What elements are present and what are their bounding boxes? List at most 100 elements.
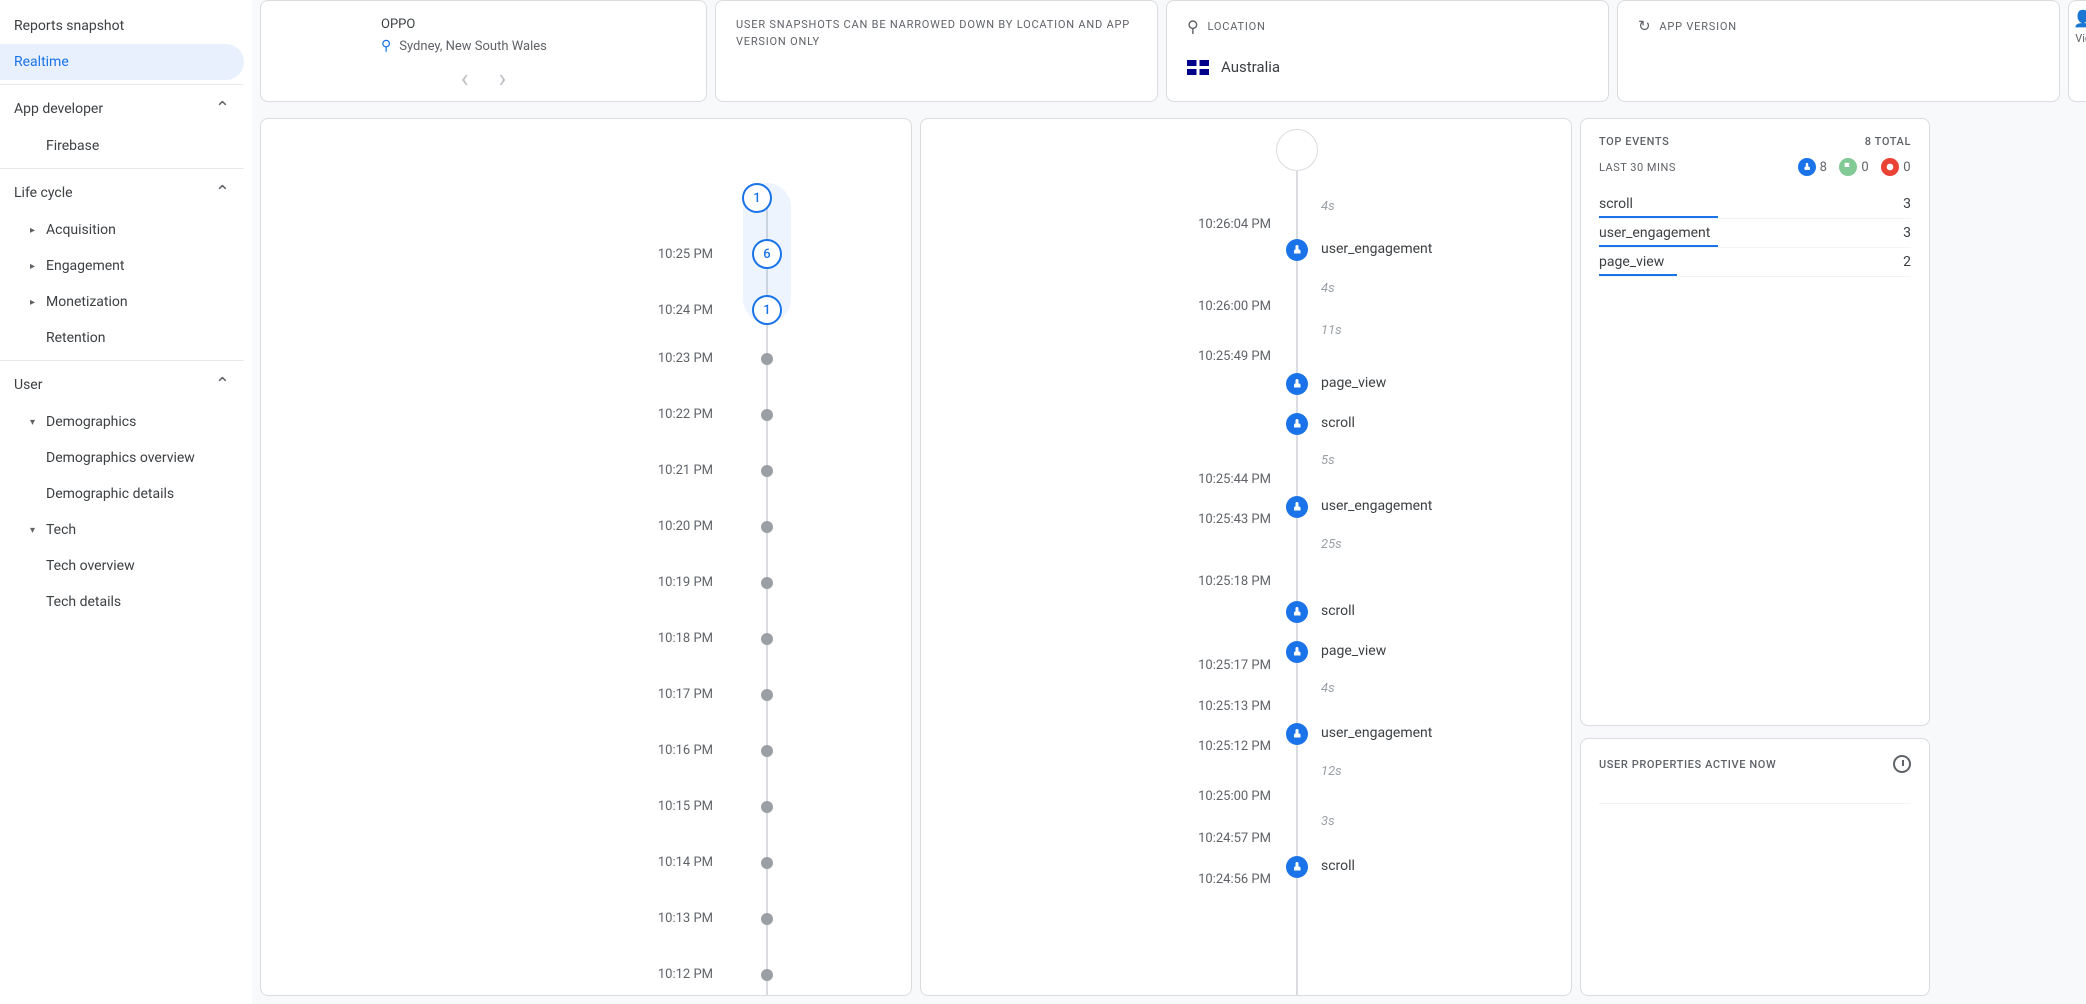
user-properties-card: USER PROPERTIES ACTIVE NOW	[1580, 738, 1930, 996]
view-snapshot-button[interactable]: 👤 Vie	[2068, 0, 2086, 102]
app-version-card[interactable]: ↻ APP VERSION	[1617, 0, 2060, 102]
arrow-down-icon: ▾	[30, 525, 46, 536]
location-card[interactable]: ⚲ LOCATION Australia	[1166, 0, 1609, 102]
badge-conversion-events: 0	[1839, 158, 1869, 176]
chevron-up-icon: ⌃	[215, 182, 230, 203]
flag-australia-icon	[1187, 60, 1209, 75]
top-event-bar	[1599, 274, 1677, 276]
event-name[interactable]: scroll	[1321, 415, 1355, 431]
arrow-right-icon: ▸	[30, 297, 46, 308]
location-pin-icon: ⚲	[1187, 17, 1200, 36]
nav-demographic-details[interactable]: Demographic details	[0, 476, 244, 512]
nav-realtime[interactable]: Realtime	[0, 44, 244, 80]
top-events-total: 8 TOTAL	[1865, 135, 1911, 148]
touch-icon	[1286, 641, 1308, 663]
nav-retention[interactable]: Retention	[0, 320, 244, 356]
timeline-row[interactable]: 10:25 PM 6	[261, 239, 782, 269]
timeline-row[interactable]: 10:15 PM	[261, 799, 773, 814]
timeline-count-bubble[interactable]: 6	[752, 239, 782, 269]
timeline-row[interactable]: 10:18 PM	[261, 631, 773, 646]
event-gap: 4s	[1321, 281, 1335, 296]
top-event-row[interactable]: page_view2	[1599, 248, 1911, 277]
nav-reports-snapshot[interactable]: Reports snapshot	[0, 8, 244, 44]
timeline-time: 10:17 PM	[261, 687, 731, 702]
top-event-count: 2	[1903, 254, 1911, 270]
timeline-time: 10:25 PM	[261, 247, 731, 262]
timeline-row[interactable]: 10:24 PM1	[261, 295, 782, 325]
timeline-row[interactable]: 10:23 PM	[261, 351, 773, 366]
nav-firebase[interactable]: Firebase	[0, 128, 244, 164]
timeline-row[interactable]: 10:14 PM	[261, 855, 773, 870]
sidebar: Reports snapshot Realtime App developer …	[0, 0, 252, 1004]
timeline-time: 10:23 PM	[261, 351, 731, 366]
nav-tech[interactable]: ▾Tech	[0, 512, 244, 548]
timeline-dot	[761, 521, 773, 533]
event-timestamp: 10:25:49 PM	[1198, 349, 1271, 364]
timeline-dot	[761, 633, 773, 645]
timeline-dot	[761, 745, 773, 757]
arrow-right-icon: ▸	[30, 225, 46, 236]
timeline-count-bubble[interactable]: 1	[752, 295, 782, 325]
nav-demographics-overview[interactable]: Demographics overview	[0, 440, 244, 476]
timeline-row[interactable]: 10:20 PM	[261, 519, 773, 534]
nav-tech-details[interactable]: Tech details	[0, 584, 244, 620]
nav-label: Demographics	[46, 414, 136, 430]
top-cards-row: OPPO ⚲ Sydney, New South Wales ‹ › USER …	[252, 0, 2086, 110]
event-timestamp: 10:25:43 PM	[1198, 512, 1271, 527]
top-events-title: TOP EVENTS	[1599, 135, 1669, 148]
event-name[interactable]: user_engagement	[1321, 725, 1432, 741]
view-label: Vie	[2075, 32, 2086, 45]
touch-icon	[1286, 496, 1308, 518]
event-timestamp: 10:25:12 PM	[1198, 739, 1271, 754]
timeline-time: 10:16 PM	[261, 743, 731, 758]
timeline-dot	[761, 465, 773, 477]
timeline-dot	[761, 913, 773, 925]
event-name[interactable]: page_view	[1321, 643, 1386, 659]
nav-demographics[interactable]: ▾Demographics	[0, 404, 244, 440]
nav-engagement[interactable]: ▸Engagement	[0, 248, 244, 284]
timeline-dot	[761, 577, 773, 589]
country-name: Australia	[1221, 58, 1280, 76]
timeline-time: 10:20 PM	[261, 519, 731, 534]
timeline-row[interactable]: 10:22 PM	[261, 407, 773, 422]
timeline-current-bubble[interactable]: 1	[742, 183, 772, 213]
top-event-count: 3	[1903, 196, 1911, 212]
nav-label: Firebase	[46, 138, 99, 154]
event-name[interactable]: page_view	[1321, 375, 1386, 391]
event-name[interactable]: user_engagement	[1321, 241, 1432, 257]
nav-section-life-cycle[interactable]: Life cycle ⌃	[0, 168, 244, 212]
event-gap: 4s	[1321, 199, 1335, 214]
nav-acquisition[interactable]: ▸Acquisition	[0, 212, 244, 248]
badge-general-events: 8	[1798, 158, 1828, 176]
event-timestamp: 10:25:17 PM	[1198, 658, 1271, 673]
touch-icon	[1286, 413, 1308, 435]
event-name[interactable]: user_engagement	[1321, 498, 1432, 514]
timeline-row[interactable]: 10:17 PM	[261, 687, 773, 702]
person-icon: 👤	[2073, 9, 2086, 28]
device-location-row: ⚲ Sydney, New South Wales	[381, 38, 686, 54]
timeline-row[interactable]: 10:12 PM	[261, 967, 773, 982]
timeline-row[interactable]: 10:13 PM	[261, 911, 773, 926]
nav-monetization[interactable]: ▸Monetization	[0, 284, 244, 320]
top-event-bar	[1599, 216, 1718, 218]
timeline-row[interactable]: 10:19 PM	[261, 575, 773, 590]
next-user-button[interactable]: ›	[499, 64, 507, 94]
location-label: LOCATION	[1208, 20, 1266, 33]
history-icon[interactable]	[1893, 755, 1911, 773]
nav-tech-overview[interactable]: Tech overview	[0, 548, 244, 584]
event-timestamp: 10:25:00 PM	[1198, 789, 1271, 804]
nav-section-user[interactable]: User ⌃	[0, 360, 244, 404]
event-name[interactable]: scroll	[1321, 603, 1355, 619]
event-timestamp: 10:25:13 PM	[1198, 699, 1271, 714]
history-icon: ↻	[1638, 17, 1651, 35]
event-gap: 4s	[1321, 681, 1335, 696]
timeline-dot	[761, 689, 773, 701]
top-event-row[interactable]: scroll3	[1599, 190, 1911, 219]
prev-user-button[interactable]: ‹	[461, 64, 469, 94]
timeline-row[interactable]: 10:16 PM	[261, 743, 773, 758]
nav-section-app-developer[interactable]: App developer ⌃	[0, 84, 244, 128]
top-event-row[interactable]: user_engagement3	[1599, 219, 1911, 248]
timeline-row[interactable]: 10:21 PM	[261, 463, 773, 478]
timeline-dot	[761, 409, 773, 421]
event-name[interactable]: scroll	[1321, 858, 1355, 874]
